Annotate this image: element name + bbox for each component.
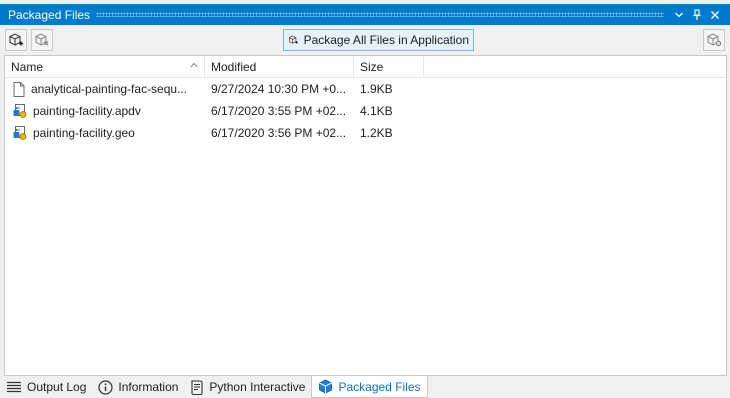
list-header: Name Modified Size (5, 56, 726, 78)
package-add-icon (288, 35, 298, 44)
tab-output-log[interactable]: Output Log (0, 376, 92, 398)
model-file-icon (13, 104, 27, 118)
chevron-down-icon[interactable] (670, 6, 688, 24)
column-header-size[interactable]: Size (354, 56, 424, 77)
output-log-icon (7, 381, 21, 393)
tab-packaged-files-label: Packaged Files (338, 379, 421, 394)
toolbar: Package All Files in Application (0, 25, 730, 55)
file-name: analytical-painting-fac-sequ... (31, 82, 188, 96)
file-name-cell: painting-facility.geo (5, 126, 205, 140)
file-name: painting-facility.geo (33, 126, 135, 140)
tab-python-interactive-label: Python Interactive (209, 380, 306, 394)
package-all-files-label: Package All Files in Application (303, 33, 469, 47)
file-name-cell: analytical-painting-fac-sequ... (5, 81, 205, 97)
file-modified: 9/27/2024 10:30 PM +0... (211, 82, 347, 96)
file-modified: 6/17/2020 3:55 PM +02... (211, 104, 347, 118)
package-settings-icon (707, 33, 722, 47)
model-file-icon (13, 126, 27, 140)
file-modified: 6/17/2020 3:56 PM +02... (211, 126, 347, 140)
file-size: 1.9KB (360, 82, 393, 96)
column-header-name[interactable]: Name (5, 56, 205, 77)
document-icon (13, 81, 25, 97)
package-icon (319, 379, 333, 394)
package-settings-button[interactable] (703, 29, 725, 51)
bottom-tab-strip: Output Log Information Python Interactiv… (0, 376, 730, 398)
file-size: 1.2KB (360, 126, 393, 140)
tab-packaged-files[interactable]: Packaged Files (311, 376, 428, 398)
package-remove-icon (35, 33, 49, 46)
package-all-files-button[interactable]: Package All Files in Application (283, 29, 474, 51)
close-icon[interactable] (706, 6, 724, 24)
title-grip[interactable] (96, 12, 664, 17)
file-name: painting-facility.apdv (33, 104, 141, 118)
pin-icon[interactable] (688, 6, 706, 24)
column-header-modified-label: Modified (211, 59, 257, 74)
remove-from-package-button[interactable] (31, 29, 53, 51)
tab-information-label: Information (118, 380, 179, 394)
packaged-files-panel: Packaged Files Package All Files in Appl… (0, 0, 730, 398)
tab-python-interactive[interactable]: Python Interactive (184, 376, 311, 398)
tab-output-log-label: Output Log (27, 380, 87, 394)
column-header-modified[interactable]: Modified (205, 56, 354, 77)
panel-title-bar[interactable]: Packaged Files (0, 4, 730, 25)
column-header-name-label: Name (11, 59, 44, 74)
column-header-size-label: Size (360, 59, 384, 74)
package-add-icon (9, 33, 23, 46)
list-rows: analytical-painting-fac-sequ... 9/27/202… (5, 78, 726, 144)
list-item[interactable]: painting-facility.geo 6/17/2020 3:56 PM … (5, 122, 726, 144)
python-script-icon (191, 379, 203, 395)
sort-ascending-icon (190, 62, 198, 68)
packaged-files-list[interactable]: Name Modified Size analytical-painting-f… (4, 55, 727, 376)
file-size: 4.1KB (360, 104, 393, 118)
list-item[interactable]: painting-facility.apdv 6/17/2020 3:55 PM… (5, 100, 726, 122)
tab-information[interactable]: Information (92, 376, 184, 398)
file-name-cell: painting-facility.apdv (5, 104, 205, 118)
add-to-package-button[interactable] (5, 29, 27, 51)
list-item[interactable]: analytical-painting-fac-sequ... 9/27/202… (5, 78, 726, 100)
info-icon (98, 379, 113, 395)
panel-title: Packaged Files (8, 7, 91, 22)
